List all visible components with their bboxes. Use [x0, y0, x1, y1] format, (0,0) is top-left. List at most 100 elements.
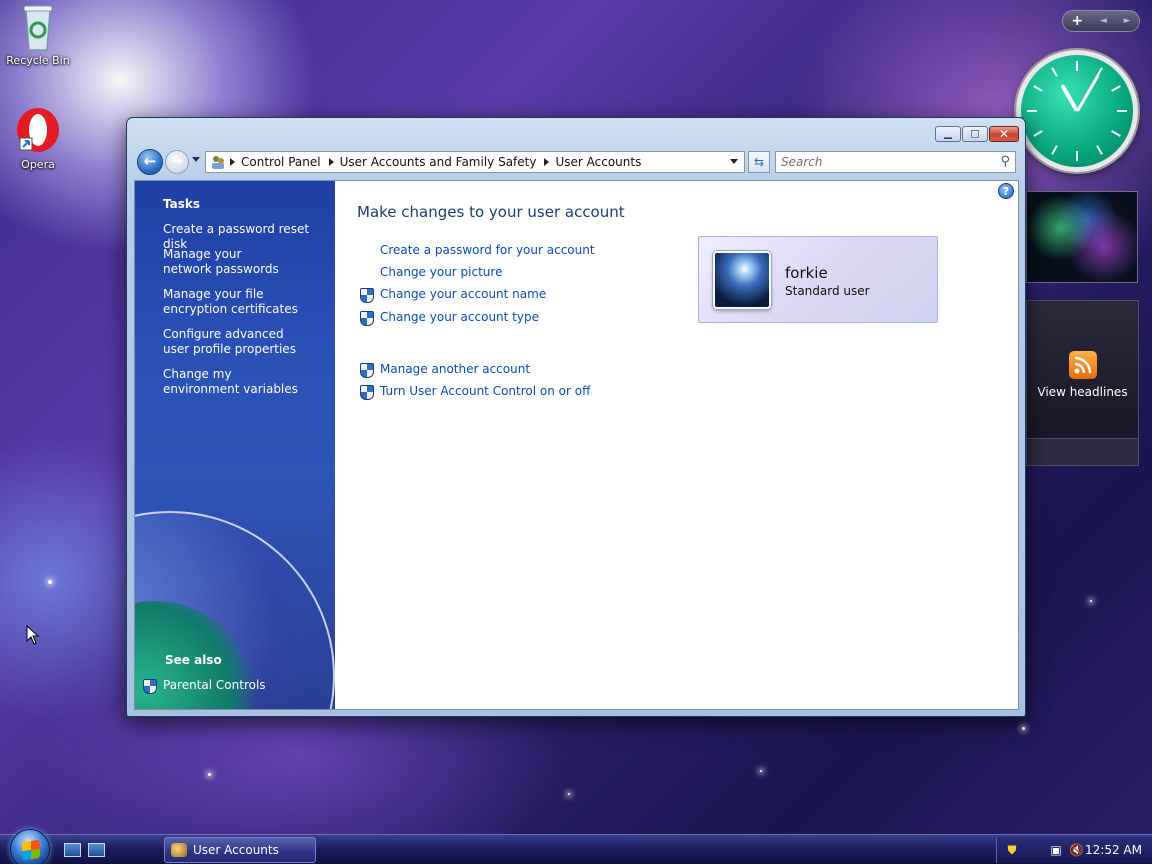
see-also-link-parental-controls[interactable]: Parental Controls: [163, 678, 328, 693]
add-gadget-button[interactable]: +: [1071, 13, 1083, 29]
clock-hour-hand: [1060, 84, 1079, 112]
control-panel-icon: [212, 156, 224, 169]
star: [1022, 727, 1025, 730]
taskbar-button-user-accounts[interactable]: User Accounts: [164, 837, 316, 863]
refresh-button[interactable]: ⇆: [748, 151, 770, 173]
search-placeholder: Search: [781, 155, 823, 169]
user-name: forkie: [785, 264, 828, 282]
task-link-advanced-profile-properties[interactable]: Configure advanced user profile properti…: [163, 327, 303, 357]
clock-tick: [1051, 145, 1058, 155]
breadcrumb-separator-icon: [328, 158, 334, 166]
navigation-bar: ← → Control Panel User Accounts and Fami…: [135, 149, 1017, 175]
taskbar-clock[interactable]: 12:52 AM: [1085, 843, 1142, 857]
taskbar: User Accounts ⛊ ▣ 🔇 12:52 AM: [0, 829, 1152, 864]
network-icon[interactable]: ▣: [1049, 843, 1063, 857]
previous-gadget-button[interactable]: ◄: [1100, 16, 1107, 26]
task-link-network-passwords[interactable]: Manage your network passwords: [163, 247, 293, 277]
address-dropdown-icon[interactable]: [730, 159, 738, 164]
clock-tick: [1027, 110, 1037, 112]
parental-controls-icon: [143, 679, 157, 694]
opera-icon: [17, 108, 59, 152]
star: [568, 793, 570, 795]
close-button[interactable]: ✕: [989, 126, 1019, 142]
link-change-account-type[interactable]: Change your account type: [380, 310, 539, 324]
link-create-password[interactable]: Create a password for your account: [380, 243, 595, 257]
view-headlines-label: View headlines: [1037, 385, 1128, 399]
recent-pages-dropdown[interactable]: [192, 157, 200, 162]
clock-minute-hand: [1076, 73, 1100, 112]
search-icon[interactable]: ⚲: [1000, 154, 1010, 169]
link-change-account-name[interactable]: Change your account name: [380, 287, 546, 301]
forward-arrow-icon: →: [171, 154, 183, 169]
breadcrumb-control-panel[interactable]: Control Panel: [241, 155, 321, 169]
notification-area: ⛊ ▣ 🔇 12:52 AM: [996, 837, 1152, 863]
clock-tick: [1033, 130, 1043, 137]
window-caption-buttons: ▁ □ ✕: [935, 126, 1019, 142]
star: [760, 770, 762, 772]
star: [208, 773, 211, 776]
minimize-button[interactable]: ▁: [935, 126, 961, 142]
back-button[interactable]: ←: [137, 149, 163, 175]
back-arrow-icon: ←: [143, 152, 157, 170]
address-bar[interactable]: Control Panel User Accounts and Family S…: [205, 151, 745, 173]
clock-tick: [1033, 85, 1043, 92]
uac-shield-icon: [360, 363, 374, 378]
desktop-icon-recycle-bin[interactable]: Recycle Bin: [0, 2, 76, 67]
breadcrumb-user-accounts-family-safety[interactable]: User Accounts and Family Safety: [340, 155, 537, 169]
minimize-icon: ▁: [944, 128, 952, 140]
tasks-heading: Tasks: [163, 197, 201, 211]
refresh-icon: ⇆: [753, 155, 765, 169]
help-icon[interactable]: ?: [998, 183, 1014, 199]
next-gadget-button[interactable]: ►: [1124, 16, 1131, 26]
forward-button[interactable]: →: [165, 150, 189, 174]
see-also-heading: See also: [165, 653, 222, 667]
clock-tick: [1051, 67, 1058, 77]
star: [1090, 600, 1092, 602]
tasks-pane: Tasks Create a password reset disk Manag…: [135, 181, 335, 709]
clock-tick: [1117, 110, 1127, 112]
uac-shield-icon: [360, 288, 374, 303]
user-account-card: forkie Standard user: [698, 236, 938, 323]
user-accounts-window: ▁ □ ✕ ← → Control Panel User Accounts an…: [126, 117, 1026, 717]
security-shield-icon[interactable]: ⛊: [1005, 843, 1019, 857]
link-manage-another-account[interactable]: Manage another account: [380, 362, 530, 376]
avatar: [713, 251, 771, 309]
uac-shield-icon: [360, 311, 374, 326]
link-toggle-uac[interactable]: Turn User Account Control on or off: [380, 384, 590, 398]
taskbar-button-label: User Accounts: [193, 843, 279, 857]
task-link-environment-variables[interactable]: Change my environment variables: [163, 367, 303, 397]
breadcrumb-separator-icon: [544, 158, 550, 166]
start-button[interactable]: [10, 829, 50, 864]
search-input[interactable]: Search ⚲: [775, 151, 1016, 173]
mouse-cursor-icon: [26, 625, 40, 645]
breadcrumb-separator-icon: [230, 158, 235, 166]
star: [48, 580, 52, 584]
task-link-file-encryption-certificates[interactable]: Manage your file encryption certificates: [163, 287, 318, 317]
link-change-picture[interactable]: Change your picture: [380, 265, 502, 279]
maximize-icon: □: [970, 128, 980, 140]
gadget-toolbar: + ◄ ►: [1062, 10, 1140, 32]
clock-gadget[interactable]: [1016, 50, 1138, 172]
page-title: Make changes to your user account: [357, 203, 625, 221]
clock-tick: [1111, 130, 1121, 137]
rss-icon: [1068, 351, 1097, 379]
clock-tick: [1096, 145, 1103, 155]
desktop-icon-opera[interactable]: Opera: [0, 106, 76, 171]
uac-shield-icon: [360, 385, 374, 400]
recycle-bin-icon: [23, 5, 53, 51]
clock-tick: [1076, 151, 1078, 161]
slideshow-gadget[interactable]: [1026, 191, 1138, 283]
switch-windows-icon[interactable]: [88, 843, 105, 857]
desktop-icon-label: Opera: [21, 158, 55, 171]
feed-gadget-footer: [1027, 438, 1138, 465]
show-desktop-icon[interactable]: [64, 843, 81, 857]
maximize-button[interactable]: □: [962, 126, 988, 142]
breadcrumb-user-accounts[interactable]: User Accounts: [555, 155, 641, 169]
feed-headlines-gadget[interactable]: View headlines: [1026, 300, 1139, 466]
window-client-area: Tasks Create a password reset disk Manag…: [134, 180, 1019, 710]
clock-tick: [1076, 61, 1078, 71]
user-account-type: Standard user: [785, 284, 870, 298]
volume-muted-icon[interactable]: 🔇: [1069, 843, 1084, 857]
clock-tick: [1111, 85, 1121, 92]
windows-logo-icon: [22, 839, 40, 861]
